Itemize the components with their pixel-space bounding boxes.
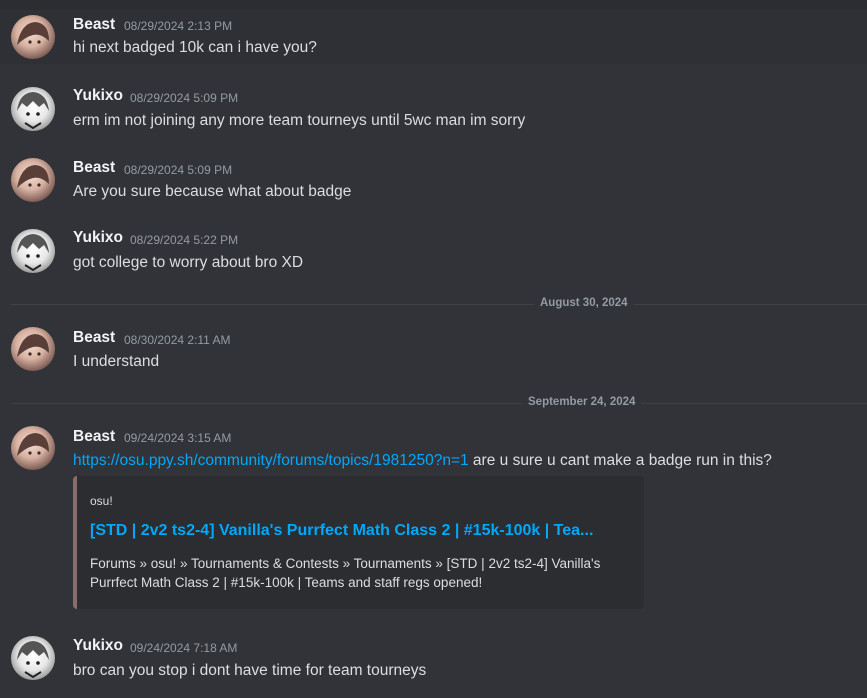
timestamp: 09/24/2024 7:18 AM bbox=[130, 641, 238, 655]
message-text: erm im not joining any more team tourney… bbox=[73, 112, 526, 129]
message[interactable]: Beast 08/29/2024 2:13 PM hi next badged … bbox=[0, 10, 867, 64]
avatar[interactable] bbox=[11, 229, 55, 273]
message[interactable]: Yukixo 08/29/2024 5:09 PM erm im not joi… bbox=[0, 80, 867, 134]
timestamp: 08/29/2024 5:09 PM bbox=[130, 91, 239, 105]
author-name[interactable]: Beast bbox=[73, 159, 115, 177]
avatar[interactable] bbox=[11, 327, 55, 371]
avatar[interactable] bbox=[11, 426, 55, 470]
date-divider-label: August 30, 2024 bbox=[534, 297, 634, 309]
timestamp: 08/29/2024 5:22 PM bbox=[130, 233, 239, 247]
message-text: https://osu.ppy.sh/community/forums/topi… bbox=[73, 452, 772, 470]
timestamp: 09/24/2024 3:15 AM bbox=[124, 431, 232, 445]
message-text: hi next badged 10k can i have you? bbox=[73, 39, 317, 56]
avatar[interactable] bbox=[11, 636, 55, 680]
avatar[interactable] bbox=[11, 15, 55, 59]
message[interactable]: Yukixo 08/29/2024 5:22 PM got college to… bbox=[0, 222, 867, 276]
message-text: bro can you stop i dont have time for te… bbox=[73, 662, 427, 679]
message-text: I understand bbox=[73, 353, 160, 370]
date-divider-label: September 24, 2024 bbox=[522, 396, 642, 408]
embed-description: Forums » osu! » Tournaments & Contests »… bbox=[90, 556, 601, 590]
top-bar bbox=[0, 0, 867, 10]
author-name[interactable]: Beast bbox=[73, 329, 115, 347]
date-divider bbox=[11, 304, 867, 305]
embed-provider[interactable]: osu! bbox=[90, 494, 113, 508]
message[interactable]: Beast 08/29/2024 5:09 PM Are you sure be… bbox=[0, 151, 867, 205]
author-name[interactable]: Beast bbox=[73, 16, 115, 34]
embed-title[interactable]: [STD | 2v2 ts2-4] Vanilla's Purrfect Mat… bbox=[90, 522, 593, 540]
message-text-tail: are u sure u cant make a badge run in th… bbox=[468, 452, 772, 469]
date-divider bbox=[11, 403, 867, 404]
author-name[interactable]: Yukixo bbox=[73, 87, 123, 105]
message-text: Are you sure because what about badge bbox=[73, 183, 352, 200]
message[interactable]: Yukixo 09/24/2024 7:18 AM bro can you st… bbox=[0, 628, 867, 688]
timestamp: 08/29/2024 5:09 PM bbox=[124, 163, 233, 177]
timestamp: 08/30/2024 2:11 AM bbox=[124, 333, 231, 347]
message[interactable]: Beast 08/30/2024 2:11 AM I understand bbox=[0, 320, 867, 374]
author-name[interactable]: Yukixo bbox=[73, 229, 123, 247]
author-name[interactable]: Yukixo bbox=[73, 637, 123, 655]
message-link[interactable]: https://osu.ppy.sh/community/forums/topi… bbox=[73, 452, 469, 469]
avatar[interactable] bbox=[11, 87, 55, 131]
link-embed: osu! [STD | 2v2 ts2-4] Vanilla's Purrfec… bbox=[73, 476, 644, 609]
message-text: got college to worry about bro XD bbox=[73, 254, 304, 271]
timestamp: 08/29/2024 2:13 PM bbox=[124, 19, 233, 33]
author-name[interactable]: Beast bbox=[73, 428, 115, 446]
avatar[interactable] bbox=[11, 158, 55, 202]
